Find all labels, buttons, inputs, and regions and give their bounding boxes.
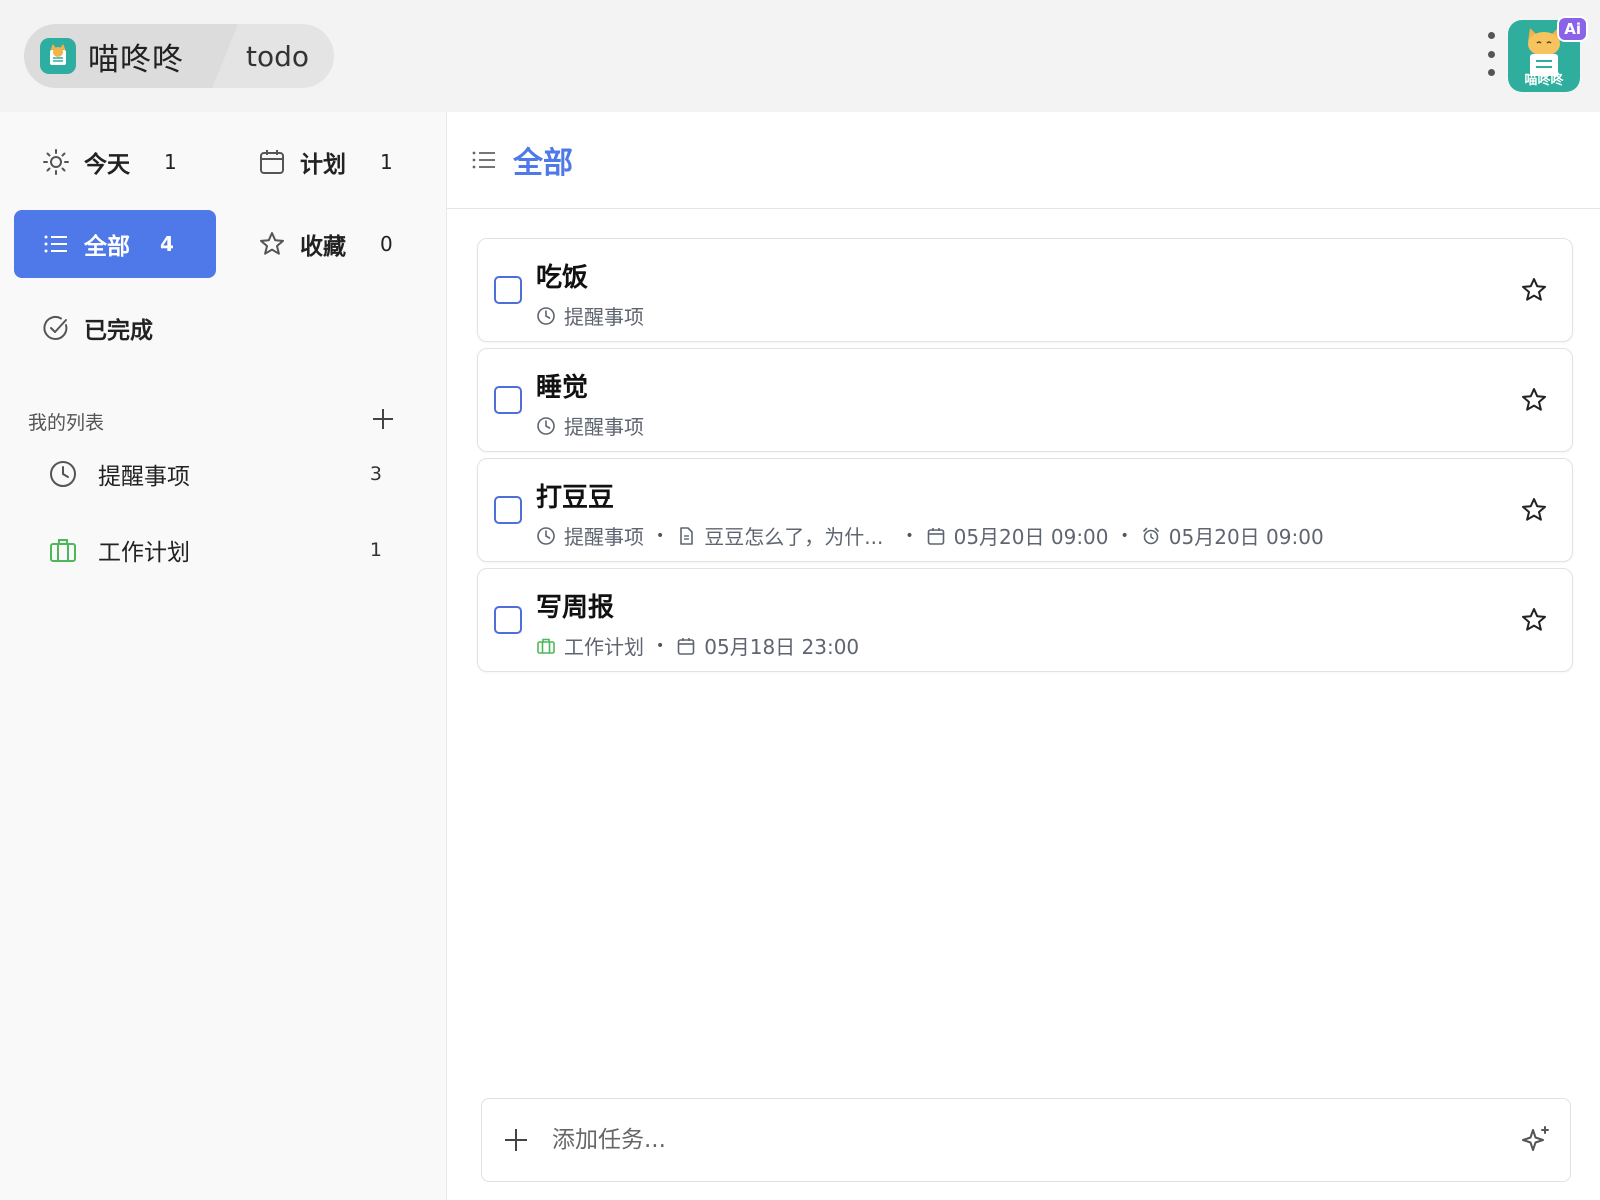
main-panel: 全部 吃饭 提醒事项 睡觉 提醒事项 打豆豆 提醒事项 • 豆豆怎么了，为什..… [447,112,1600,1200]
more-dot-icon [1487,69,1495,76]
star-icon[interactable] [1520,496,1548,524]
task-list-name: 提醒事项 [564,525,644,549]
app-logo-icon [40,38,76,74]
meta-separator: • [656,527,665,544]
task-card[interactable]: 写周报 工作计划 • 05月18日 23:00 [477,568,1573,672]
add-list-icon[interactable] [370,406,396,432]
clock-icon [537,416,555,435]
star-icon[interactable] [1520,276,1548,304]
list-item-reminders[interactable]: 提醒事项 3 [14,442,410,506]
calendar-icon [260,150,284,174]
list-item-count: 3 [369,463,382,485]
task-card[interactable]: 打豆豆 提醒事项 • 豆豆怎么了，为什... • 05月20日 09:00 • … [477,458,1573,562]
more-dot-icon [1487,32,1495,39]
star-icon [260,232,284,255]
meta-separator: • [905,527,914,544]
nav-today-label: 今天 [84,152,130,178]
task-meta: 提醒事项 [536,411,644,440]
page-title: 全部 [513,146,573,181]
task-meta: 工作计划 • 05月18日 23:00 [536,631,859,660]
task-due-date: 05月20日 09:00 [953,525,1109,549]
star-icon[interactable] [1520,386,1548,414]
tab-strip: 喵咚咚 todo [24,24,334,88]
app-tab[interactable]: 喵咚咚 [24,24,212,88]
meta-separator: • [656,637,665,654]
sidebar: 今天 1 计划 1 全部 4 收藏 0 已完成 我的列表 提醒事项 3 工作计划… [0,112,447,1200]
briefcase-icon [537,638,555,654]
list-item-work-plan[interactable]: 工作计划 1 [14,518,410,582]
tab-todo[interactable]: todo [246,24,334,88]
nav-all-count: 4 [160,232,174,256]
calendar-icon [927,527,944,545]
nav-today[interactable]: 今天 1 [14,128,216,196]
app-name: 喵咚咚 [88,41,184,78]
task-list-name: 提醒事项 [564,305,644,329]
nav-starred-count: 0 [380,232,393,256]
task-checkbox[interactable] [494,496,522,524]
ai-sparkle-icon[interactable] [1520,1124,1552,1156]
close-icon[interactable] [329,42,334,70]
nav-plan[interactable]: 计划 1 [230,128,432,196]
meta-separator: • [1120,527,1129,544]
nav-all[interactable]: 全部 4 [14,210,216,278]
task-checkbox[interactable] [494,606,522,634]
nav-completed-label: 已完成 [84,318,153,344]
task-list-name: 提醒事项 [564,415,644,439]
task-card[interactable]: 吃饭 提醒事项 [477,238,1573,342]
list-icon [472,151,495,169]
clock-icon [537,306,555,325]
alarm-icon [1142,527,1159,544]
tab-label: todo [246,39,310,73]
task-checkbox[interactable] [494,386,522,414]
task-title: 睡觉 [536,373,589,403]
task-meta: 提醒事项 [536,301,644,330]
nav-all-label: 全部 [84,234,130,260]
note-icon [680,526,694,545]
list-icon [44,235,67,253]
list-item-label: 工作计划 [98,540,190,566]
task-reminder-time: 05月20日 09:00 [1168,525,1324,549]
clock-icon [50,461,76,487]
ai-assistant-button[interactable]: Ai 喵咚咚 [1508,16,1588,92]
plus-icon[interactable] [502,1126,530,1154]
task-title: 写周报 [536,593,615,623]
list-item-count: 1 [369,539,382,561]
task-due-date: 05月18日 23:00 [704,635,860,659]
star-icon[interactable] [1520,606,1548,634]
clock-icon [537,526,555,545]
add-task-input[interactable] [550,1126,1454,1154]
nav-starred-label: 收藏 [300,234,346,260]
nav-today-count: 1 [164,150,177,174]
task-checkbox[interactable] [494,276,522,304]
check-circle-icon [43,315,68,340]
add-task-bar [481,1098,1571,1182]
task-meta: 提醒事项 • 豆豆怎么了，为什... • 05月20日 09:00 • 05月2… [536,521,1324,550]
task-title: 吃饭 [536,263,589,293]
task-list-name: 工作计划 [564,635,644,659]
ai-avatar-label: 喵咚咚 [1524,73,1564,88]
task-card[interactable]: 睡觉 提醒事项 [477,348,1573,452]
more-options-button[interactable] [1482,32,1500,76]
more-dot-icon [1487,50,1495,58]
my-lists-heading: 我的列表 [28,412,105,434]
nav-plan-label: 计划 [300,152,346,178]
ai-badge: Ai [1557,16,1588,42]
title-bar: 喵咚咚 todo Ai 喵咚咚 [0,0,1600,112]
task-note: 豆豆怎么了，为什... [704,525,884,549]
briefcase-icon [50,539,76,562]
nav-completed[interactable]: 已完成 [14,294,216,362]
list-item-label: 提醒事项 [98,464,190,490]
main-header: 全部 [447,112,1600,209]
sun-icon [43,149,69,175]
task-title: 打豆豆 [536,483,615,513]
calendar-icon [677,637,695,655]
nav-starred[interactable]: 收藏 0 [230,210,432,278]
nav-plan-count: 1 [380,150,393,174]
